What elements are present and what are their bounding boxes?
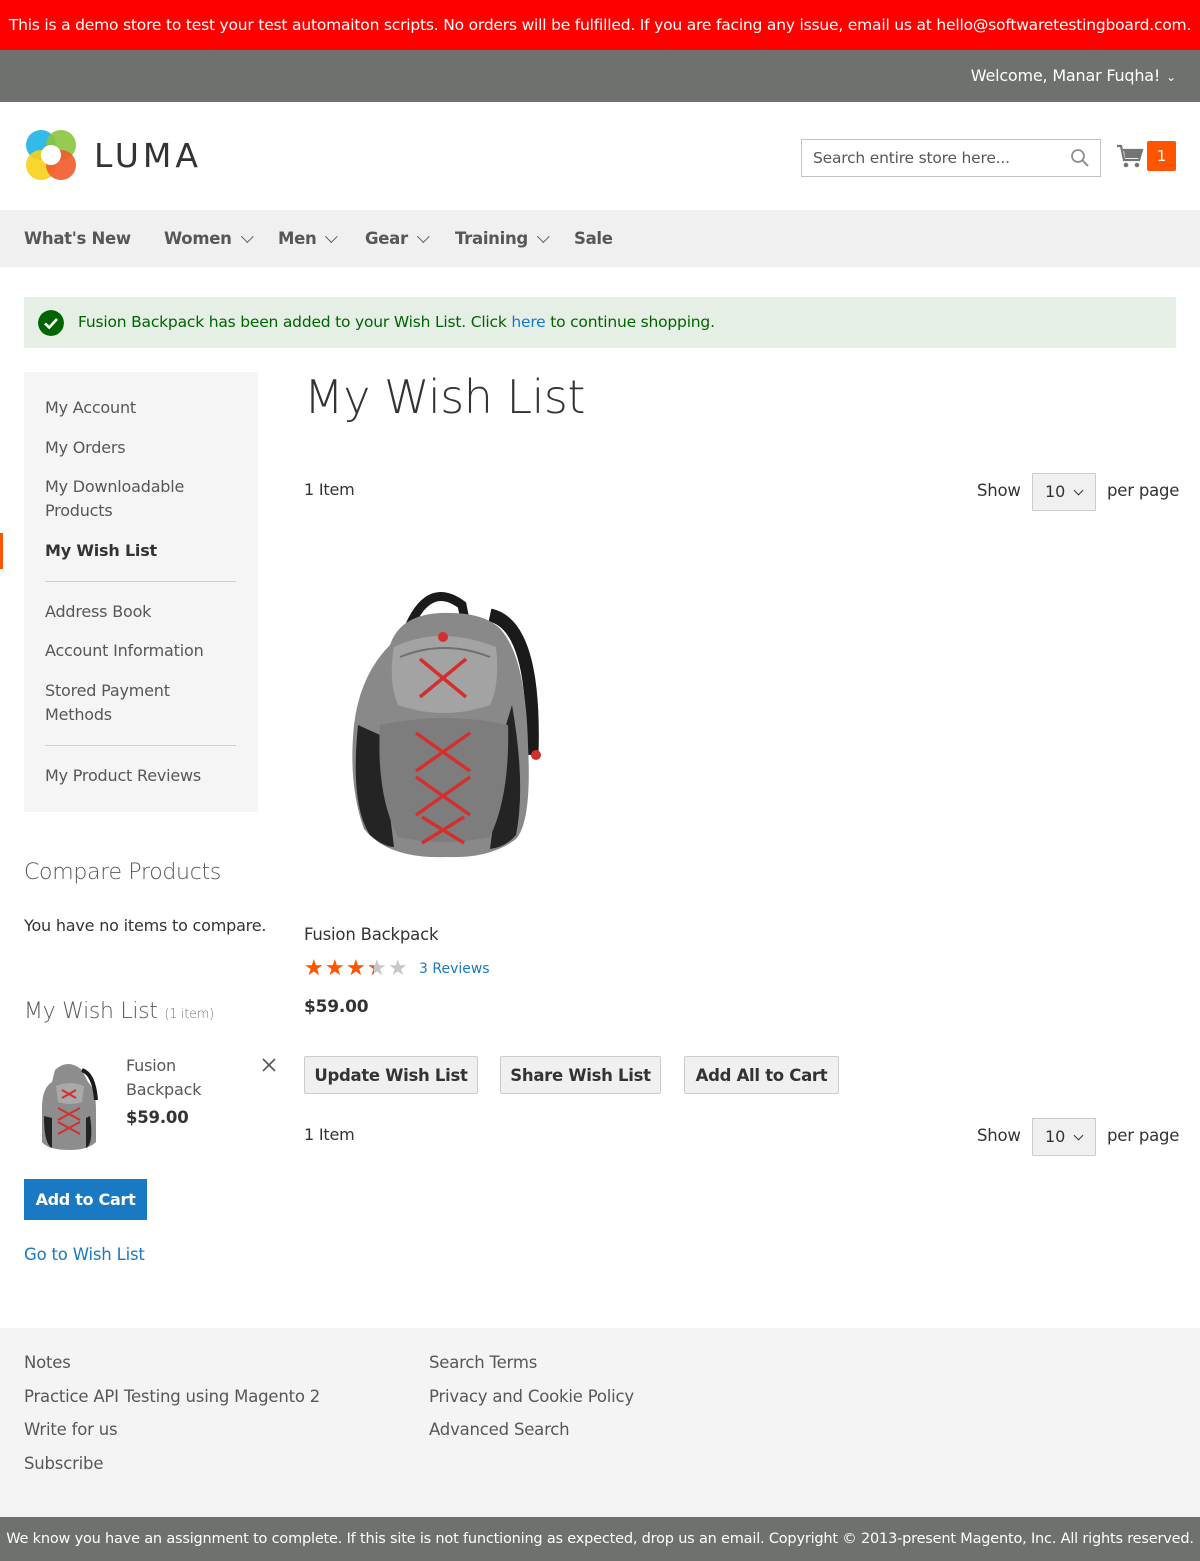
- chevron-down-icon: [1073, 485, 1084, 496]
- welcome-text: Welcome, Manar Fuqha!: [970, 66, 1161, 85]
- nav-label: Gear: [365, 229, 408, 248]
- limiter-per-page-label: per page: [1107, 1126, 1180, 1145]
- footer-link-advanced-search[interactable]: Advanced Search: [429, 1420, 570, 1439]
- account-nav-my-wish-list: My Wish List: [45, 541, 157, 560]
- continue-shopping-link[interactable]: here: [511, 313, 545, 331]
- message-text: Fusion Backpack has been added to your W…: [78, 297, 715, 348]
- sidebar-add-to-cart-button[interactable]: Add to Cart: [24, 1179, 147, 1220]
- account-nav-account-information[interactable]: Account Information: [45, 639, 245, 663]
- footer-link-write-for-us[interactable]: Write for us: [24, 1420, 118, 1439]
- toolbar-amount: 1 Item: [304, 480, 355, 499]
- sidebar-wishlist-count: (1 item): [164, 1007, 214, 1022]
- product-name[interactable]: Fusion Backpack: [304, 925, 438, 944]
- cart-count-badge[interactable]: 1: [1147, 141, 1176, 171]
- divider: [45, 745, 236, 746]
- demo-notice-text: This is a demo store to test your test a…: [8, 16, 1192, 34]
- limiter-show-label: Show: [977, 1126, 1021, 1145]
- product-price: $59.00: [304, 997, 369, 1017]
- account-nav-my-orders[interactable]: My Orders: [45, 436, 245, 460]
- nav-label: What's New: [24, 229, 131, 248]
- footer: Notes Practice API Testing using Magento…: [0, 1328, 1200, 1517]
- update-wish-list-button[interactable]: Update Wish List: [304, 1056, 478, 1094]
- header-panel: Welcome, Manar Fuqha! ⌄: [0, 50, 1200, 102]
- nav-item-sale[interactable]: Sale: [574, 210, 613, 267]
- account-nav-downloadable-products[interactable]: My Downloadable Products: [45, 475, 215, 523]
- sidebar-product-name[interactable]: Fusion Backpack: [126, 1054, 236, 1101]
- limiter-show-label: Show: [977, 481, 1021, 500]
- footer-link-notes[interactable]: Notes: [24, 1353, 71, 1372]
- customer-welcome[interactable]: Welcome, Manar Fuqha! ⌄: [971, 50, 1176, 102]
- product-image[interactable]: [340, 585, 550, 865]
- main-navigation: What's New Women Men Gear Training Sale: [0, 210, 1200, 267]
- account-nav-product-reviews[interactable]: My Product Reviews: [45, 764, 245, 788]
- chevron-down-icon: [1073, 1130, 1084, 1141]
- account-navigation: My Account My Orders My Downloadable Pro…: [24, 372, 258, 812]
- footer-link-subscribe[interactable]: Subscribe: [24, 1454, 103, 1473]
- compare-empty-text: You have no items to compare.: [24, 916, 267, 935]
- chevron-down-icon: [416, 230, 430, 244]
- success-message: Fusion Backpack has been added to your W…: [24, 297, 1176, 348]
- limiter-per-page-label: per page: [1107, 481, 1180, 500]
- luma-logo-icon: [26, 130, 76, 180]
- minicart[interactable]: 1: [1116, 141, 1176, 173]
- limiter-value: 10: [1045, 1127, 1066, 1146]
- sidebar-wishlist-title-text: My Wish List: [24, 999, 158, 1024]
- add-all-to-cart-button[interactable]: Add All to Cart: [684, 1056, 839, 1094]
- sidebar-product-image[interactable]: [30, 1060, 108, 1152]
- chevron-down-icon: [240, 230, 254, 244]
- nav-item-whats-new[interactable]: What's New: [24, 210, 131, 267]
- rating-fill: ★★★★★: [304, 958, 374, 980]
- logo-text[interactable]: LUMA: [94, 136, 202, 175]
- go-to-wishlist-link[interactable]: Go to Wish List: [24, 1245, 145, 1264]
- sidebar-product-price: $59.00: [126, 1108, 189, 1127]
- chevron-down-icon: [536, 230, 550, 244]
- divider: [45, 581, 236, 582]
- compare-title: Compare Products: [24, 860, 221, 885]
- close-icon[interactable]: [260, 1056, 278, 1074]
- search-form: [801, 139, 1101, 177]
- checkmark-icon: [38, 310, 64, 336]
- sidebar-wishlist-title: My Wish List (1 item): [24, 999, 214, 1024]
- message-text-before: Fusion Backpack has been added to your W…: [78, 313, 512, 331]
- copyright-bar: We know you have an assignment to comple…: [0, 1517, 1200, 1561]
- current-item-indicator: [0, 533, 3, 569]
- account-nav-stored-payment-methods[interactable]: Stored Payment Methods: [45, 679, 195, 727]
- nav-item-training[interactable]: Training: [455, 210, 550, 267]
- nav-label: Women: [164, 229, 232, 248]
- search-input[interactable]: [802, 140, 1052, 176]
- nav-label: Men: [278, 229, 317, 248]
- limiter-select-bottom[interactable]: 10: [1032, 1118, 1096, 1156]
- share-wish-list-button[interactable]: Share Wish List: [500, 1056, 661, 1094]
- search-icon[interactable]: [1070, 148, 1090, 168]
- footer-link-search-terms[interactable]: Search Terms: [429, 1353, 537, 1372]
- account-nav-address-book[interactable]: Address Book: [45, 600, 245, 624]
- copyright-text: We know you have an assignment to comple…: [6, 1531, 1194, 1547]
- chevron-down-icon: [325, 230, 339, 244]
- nav-label: Sale: [574, 229, 613, 248]
- chevron-down-icon[interactable]: ⌄: [1166, 51, 1176, 103]
- footer-link-privacy-policy[interactable]: Privacy and Cookie Policy: [429, 1387, 634, 1406]
- nav-item-men[interactable]: Men: [278, 210, 339, 267]
- page-title: My Wish List: [304, 370, 585, 424]
- shopping-cart-icon[interactable]: [1116, 143, 1144, 169]
- nav-item-gear[interactable]: Gear: [365, 210, 430, 267]
- reviews-link[interactable]: 3 Reviews: [419, 961, 490, 977]
- toolbar-amount-bottom: 1 Item: [304, 1125, 355, 1144]
- message-text-after: to continue shopping.: [545, 313, 715, 331]
- account-nav-my-account[interactable]: My Account: [45, 396, 245, 420]
- limiter-value: 10: [1045, 482, 1066, 501]
- demo-notice-bar: This is a demo store to test your test a…: [0, 0, 1200, 50]
- footer-link-practice-api[interactable]: Practice API Testing using Magento 2: [24, 1387, 320, 1406]
- nav-label: Training: [455, 229, 528, 248]
- nav-item-women[interactable]: Women: [164, 210, 254, 267]
- limiter-select[interactable]: 10: [1032, 473, 1096, 511]
